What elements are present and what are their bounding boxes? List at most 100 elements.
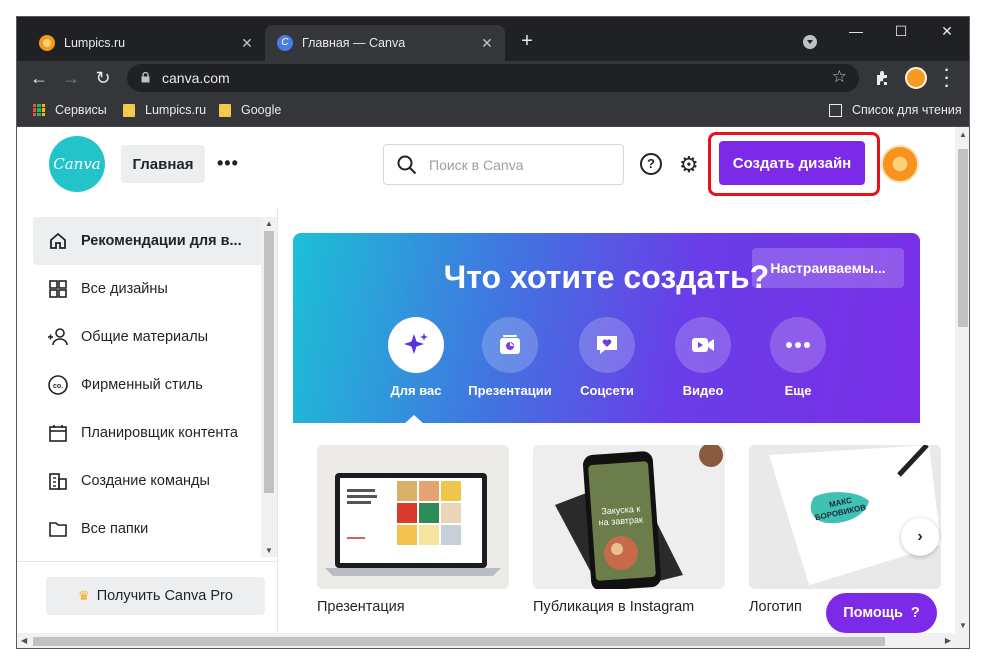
browser-toolbar: ← → ↻ canva.com ☆ · · · — [17, 61, 969, 95]
card-thumbnail: Закуска к на завтрак — [533, 445, 725, 589]
card-caption: Публикация в Instagram — [533, 599, 695, 615]
canva-favicon-icon: C — [277, 35, 293, 51]
new-tab-plus-icon[interactable]: + — [515, 30, 539, 53]
reading-list-icon — [829, 103, 842, 117]
category-label: Для вас — [390, 383, 442, 398]
reading-list-label: Список для чтения — [852, 103, 962, 117]
page-vertical-scrollbar[interactable]: ▲ ▼ — [955, 127, 969, 633]
sidebar-item-all-designs[interactable]: Все дизайны — [33, 265, 277, 313]
scroll-up-arrow-icon[interactable]: ▲ — [265, 219, 273, 228]
brand-kit-icon: co. — [47, 374, 69, 396]
presentation-icon — [482, 317, 538, 373]
carousel-next-chevron-icon[interactable]: › — [901, 518, 939, 556]
more-icon — [770, 317, 826, 373]
sidebar-divider — [277, 207, 278, 648]
search-input[interactable]: Поиск в Canva — [383, 144, 624, 185]
gear-icon[interactable]: ⚙ — [679, 152, 699, 178]
browser-menu-icon[interactable]: · · · — [941, 63, 953, 95]
sidebar-item-label: Фирменный стиль — [81, 377, 203, 393]
sidebar-item-all-folders[interactable]: Все папки — [33, 505, 277, 553]
sidebar-item-recommendations[interactable]: Рекомендации для в... — [33, 217, 277, 265]
sidebar-item-content-planner[interactable]: Планировщик контента — [33, 409, 277, 457]
tab-search-icon[interactable] — [803, 35, 817, 49]
category-presentations[interactable]: Презентации — [465, 317, 555, 398]
tab-canva[interactable]: C Главная — Canva ✕ — [265, 25, 505, 61]
minimize-icon[interactable]: — — [844, 23, 868, 39]
custom-size-button[interactable]: Настраиваемы... — [752, 248, 904, 288]
maximize-icon[interactable]: ☐ — [889, 23, 913, 40]
page-horizontal-scrollbar[interactable]: ◀ ▶ — [17, 633, 969, 648]
browser-window: Lumpics.ru ✕ C Главная — Canva ✕ + — ☐ ✕… — [16, 16, 970, 649]
help-icon[interactable]: ? — [640, 153, 662, 175]
scroll-up-arrow-icon[interactable]: ▲ — [959, 130, 967, 139]
bookmark-google[interactable]: Google — [219, 103, 281, 117]
card-thumbnail: МАКС БОРОВИКОВ — [749, 445, 941, 589]
crown-icon: ♛ — [78, 588, 90, 603]
close-tab-icon[interactable]: ✕ — [479, 35, 495, 52]
tab-title: Главная — Canva — [302, 36, 406, 50]
canva-logo[interactable]: Canva — [49, 136, 105, 192]
phone-illustration: Закуска к на завтрак — [533, 445, 725, 589]
tab-title: Lumpics.ru — [64, 36, 126, 50]
category-label: Видео — [682, 383, 724, 398]
home-button[interactable]: Главная — [121, 145, 205, 183]
card-thumbnail — [317, 445, 509, 589]
avatar[interactable] — [881, 145, 919, 183]
category-for-you[interactable]: Для вас — [371, 317, 461, 398]
back-arrow-icon[interactable]: ← — [27, 66, 51, 90]
grid-icon — [47, 278, 69, 300]
laptop-illustration — [317, 445, 509, 589]
template-card-instagram[interactable]: Закуска к на завтрак Публикация в Instag… — [533, 445, 725, 615]
page-hscroll-thumb[interactable] — [33, 637, 885, 646]
card-caption: Презентация — [317, 599, 405, 615]
get-canva-pro-button[interactable]: ♛ Получить Canva Pro — [46, 577, 265, 615]
bookmark-services[interactable]: Сервисы — [33, 103, 107, 117]
profile-avatar[interactable] — [905, 67, 927, 89]
pro-label: Получить Canva Pro — [96, 588, 233, 604]
sidebar-scroll-thumb[interactable] — [264, 231, 274, 493]
scroll-left-arrow-icon[interactable]: ◀ — [21, 636, 27, 645]
svg-text:co.: co. — [53, 383, 63, 390]
category-label: Презентации — [468, 383, 552, 398]
category-label: Еще — [784, 383, 812, 398]
folder-icon — [123, 103, 135, 117]
more-menu-icon[interactable]: ••• — [217, 153, 239, 174]
shared-users-icon — [47, 326, 69, 348]
orange-favicon-icon — [39, 35, 55, 51]
bookmark-star-icon[interactable]: ☆ — [832, 67, 847, 87]
address-bar[interactable]: canva.com ☆ — [127, 64, 859, 92]
template-card-presentation[interactable]: Презентация — [317, 445, 509, 615]
scroll-right-arrow-icon[interactable]: ▶ — [945, 636, 951, 645]
close-tab-icon[interactable]: ✕ — [239, 35, 255, 52]
create-design-button[interactable]: Создать дизайн — [719, 141, 865, 185]
extensions-puzzle-icon[interactable] — [875, 70, 891, 86]
sidebar: Рекомендации для в... Все дизайны Общие … — [33, 217, 277, 567]
calendar-icon — [47, 422, 69, 444]
sidebar-item-create-team[interactable]: Создание команды — [33, 457, 277, 505]
category-social[interactable]: Соцсети — [562, 317, 652, 398]
page-scroll-thumb[interactable] — [958, 149, 968, 327]
home-icon — [47, 230, 69, 252]
bookmark-label: Lumpics.ru — [145, 103, 207, 117]
window-close-icon[interactable]: ✕ — [935, 23, 959, 40]
sidebar-item-brand-kit[interactable]: co. Фирменный стиль — [33, 361, 277, 409]
tab-strip: Lumpics.ru ✕ C Главная — Canva ✕ + — ☐ ✕ — [17, 17, 969, 61]
sparkle-icon — [388, 317, 444, 373]
bookmark-label: Сервисы — [55, 103, 107, 117]
sidebar-item-label: Общие материалы — [81, 329, 209, 345]
forward-arrow-icon[interactable]: → — [59, 66, 83, 90]
bookmark-lumpics[interactable]: Lumpics.ru — [123, 103, 206, 117]
scroll-down-arrow-icon[interactable]: ▼ — [959, 621, 967, 630]
sidebar-scrollbar[interactable]: ▲ ▼ — [261, 217, 277, 557]
reload-icon[interactable]: ↻ — [91, 66, 115, 90]
reading-list[interactable]: Список для чтения — [829, 103, 962, 117]
help-button[interactable]: Помощь ? — [826, 593, 937, 633]
canva-page: Canva Главная ••• Поиск в Canva ? ⚙ Созд… — [17, 127, 969, 648]
tab-lumpics[interactable]: Lumpics.ru ✕ — [27, 25, 265, 61]
lock-icon — [141, 72, 150, 83]
category-more[interactable]: Еще — [753, 317, 843, 398]
sidebar-item-shared[interactable]: Общие материалы — [33, 313, 277, 361]
category-video[interactable]: Видео — [658, 317, 748, 398]
folder-icon — [219, 103, 231, 117]
scroll-down-arrow-icon[interactable]: ▼ — [265, 546, 273, 555]
